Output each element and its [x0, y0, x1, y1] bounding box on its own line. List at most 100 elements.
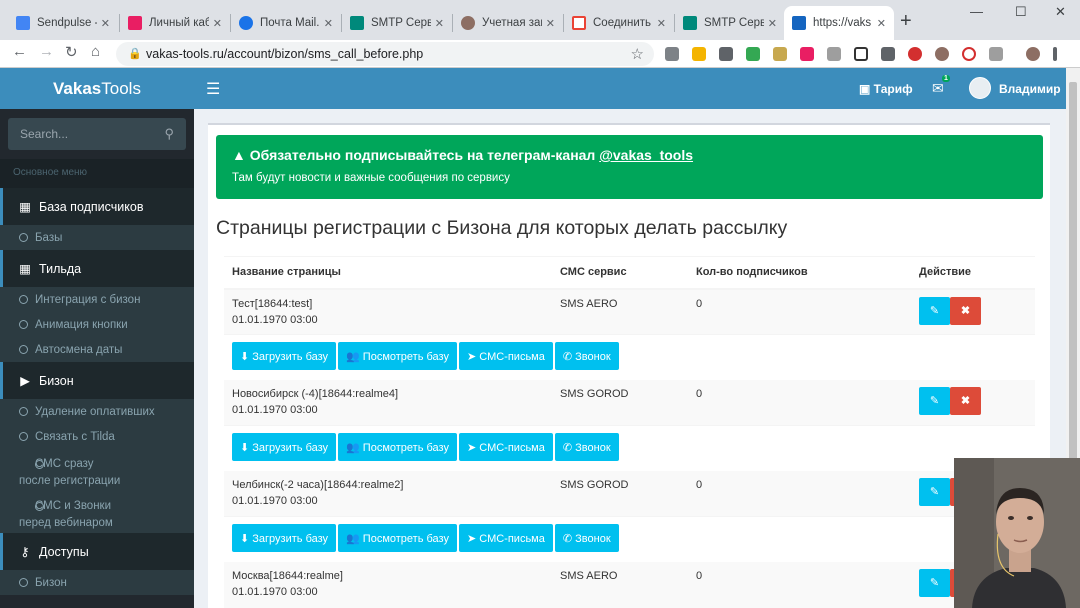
delete-button[interactable]: ✖ — [950, 296, 981, 325]
sms-service: SMS GOROD — [552, 379, 688, 426]
sidebar-subitem-button-animation[interactable]: Анимация кнопки — [0, 312, 194, 337]
edit-button[interactable]: ✎ — [919, 296, 950, 325]
load-base-button[interactable]: ⬇ Загрузить базу — [232, 433, 337, 461]
sidebar-subitem-bases[interactable]: Базы — [0, 225, 194, 250]
extension-icon[interactable] — [935, 47, 949, 61]
page-date: 01.01.1970 03:00 — [232, 313, 318, 326]
sidebar-item-tilda[interactable]: ▦ Тильда — [0, 250, 194, 287]
reload-icon[interactable]: ↻ — [65, 43, 78, 61]
browser-tab[interactable]: Личный каб ✕ — [120, 6, 230, 40]
address-bar[interactable]: 🔒 vakas-tools.ru/account/bizon/sms_call_… — [116, 42, 654, 66]
phone-icon: ✆ — [562, 351, 576, 363]
circle-icon — [19, 345, 28, 354]
page-date: 01.01.1970 03:00 — [232, 403, 318, 416]
cabinet-favicon-icon — [128, 16, 142, 30]
scrollbar-thumb[interactable] — [1069, 82, 1077, 502]
user-name[interactable]: Владимир — [999, 82, 1061, 96]
load-base-button[interactable]: ⬇ Загрузить базу — [232, 524, 337, 552]
browser-tab[interactable]: SMTP Серв ✕ — [342, 6, 452, 40]
browser-tab-active[interactable]: https://vaks ✕ — [784, 6, 894, 40]
sidebar-subitem-date-autochange[interactable]: Автосмена даты — [0, 337, 194, 362]
view-base-button[interactable]: 👥 Посмотреть базу — [338, 342, 457, 370]
screenshot-icon[interactable] — [719, 47, 733, 61]
extension-icon[interactable] — [800, 47, 814, 61]
close-icon[interactable]: ✕ — [435, 17, 444, 30]
edit-button[interactable]: ✎ — [919, 386, 950, 415]
sms-letters-button[interactable]: ➤ СМС-письма — [458, 433, 553, 461]
page-name: Москва[18644:realme] — [232, 569, 343, 582]
brand-logo[interactable]: VakasTools — [0, 68, 194, 109]
pencil-icon: ✎ — [929, 576, 940, 589]
close-icon[interactable]: ✕ — [324, 17, 333, 30]
extension-icon[interactable] — [773, 47, 787, 61]
user-avatar[interactable] — [969, 77, 991, 99]
view-base-button[interactable]: 👥 Посмотреть базу — [338, 524, 457, 552]
browser-toolbar: ← → ↻ ⌂ 🔒 vakas-tools.ru/account/bizon/s… — [0, 40, 1080, 68]
load-base-button[interactable]: ⬇ Загрузить базу — [232, 342, 337, 370]
sidebar-subitem-remove-paid[interactable]: Удаление оплативших — [0, 399, 194, 424]
close-icon[interactable]: ✕ — [546, 17, 555, 30]
browser-tab[interactable]: Sendpulse - ✕ — [8, 6, 118, 40]
call-button[interactable]: ✆ Звонок — [554, 524, 619, 552]
browser-tab[interactable]: SMTP Серв ✕ — [675, 6, 785, 40]
forward-icon[interactable]: → — [39, 43, 54, 60]
extension-icon[interactable] — [854, 47, 868, 61]
close-icon[interactable]: ✕ — [768, 17, 777, 30]
sidebar-item-bizon[interactable]: ▶ Бизон — [0, 362, 194, 399]
sms-letters-button[interactable]: ➤ СМС-письма — [458, 524, 553, 552]
extension-icon[interactable] — [746, 47, 760, 61]
circle-icon — [19, 295, 28, 304]
key-icon: ⚷ — [20, 545, 30, 559]
sidebar-search-input[interactable]: Search... ⚲ — [8, 118, 186, 150]
sidebar-subitem-sms-calls-before-webinar[interactable]: СМС и Звонки перед вебинаром — [0, 491, 194, 533]
sidebar-subitem-bizon-integration[interactable]: Интеграция с бизон — [0, 287, 194, 312]
call-button[interactable]: ✆ Звонок — [554, 433, 619, 461]
browser-tab[interactable]: Учетная зап ✕ — [453, 6, 563, 40]
edit-button[interactable]: ✎ — [919, 477, 950, 506]
sms-letters-button[interactable]: ➤ СМС-письма — [458, 342, 553, 370]
view-base-button[interactable]: 👥 Посмотреть базу — [338, 433, 457, 461]
close-icon[interactable]: ✕ — [213, 17, 222, 30]
extension-icon[interactable] — [908, 47, 922, 61]
close-icon[interactable]: ✕ — [101, 17, 110, 30]
profile-avatar[interactable] — [1026, 47, 1040, 61]
extension-icon[interactable] — [881, 47, 895, 61]
close-icon[interactable]: ✕ — [877, 17, 886, 30]
extension-icon[interactable] — [989, 47, 1003, 61]
home-icon[interactable]: ⌂ — [91, 43, 100, 60]
browser-tab[interactable]: Соединить ✕ — [564, 6, 674, 40]
camera-icon[interactable] — [665, 47, 679, 61]
bookmark-star-icon[interactable]: ☆ — [631, 45, 644, 63]
envelope-icon[interactable]: ✉ — [932, 80, 944, 97]
search-icon[interactable]: ⚲ — [164, 126, 174, 142]
table-row: Челбинск(-2 часа)[18644:realme2] 01.01.19… — [224, 470, 1035, 517]
minimize-icon[interactable]: — — [970, 4, 983, 19]
sidebar-subitem-link-tilda[interactable]: Связать с Tilda — [0, 424, 194, 449]
extension-icon[interactable] — [962, 47, 976, 61]
sidebar-subitem-access-bizon[interactable]: Бизон — [0, 570, 194, 595]
sidebar-item-subscribers[interactable]: ▦ База подписчиков — [0, 188, 194, 225]
edit-button[interactable]: ✎ — [919, 568, 950, 597]
smtp-favicon-icon — [683, 16, 697, 30]
table-row-actions: ⬇ Загрузить базу 👥 Посмотреть базу ➤ СМС-п… — [224, 334, 1035, 380]
back-icon[interactable]: ← — [12, 43, 27, 60]
sidebar-item-access[interactable]: ⚷ Доступы — [0, 533, 194, 570]
tariff-link[interactable]: ▣ Тариф — [859, 82, 913, 96]
hamburger-menu-icon[interactable]: ☰ — [206, 79, 220, 99]
telegram-link[interactable]: @vakas_tools — [599, 147, 693, 163]
maximize-icon[interactable]: ☐ — [1015, 4, 1027, 20]
delete-button[interactable]: ✖ — [950, 386, 981, 415]
extension-icon[interactable] — [692, 47, 706, 61]
sidebar-subitem-sms-after-registration[interactable]: СМС сразу после регистрации — [0, 449, 194, 491]
new-tab-icon[interactable]: + — [900, 10, 912, 33]
menu-dots-icon[interactable] — [1053, 47, 1057, 61]
close-icon[interactable]: ✕ — [657, 17, 666, 30]
call-button[interactable]: ✆ Звонок — [554, 342, 619, 370]
code-icon[interactable] — [827, 47, 841, 61]
browser-tab[interactable]: Почта Mail. ✕ — [231, 6, 341, 40]
close-window-icon[interactable]: ✕ — [1055, 4, 1066, 20]
download-icon: ⬇ — [240, 351, 253, 363]
column-header: Кол-во подписчиков — [688, 256, 911, 290]
sms-service: SMS AERO — [552, 288, 688, 335]
sendpulse-favicon-icon — [16, 16, 30, 30]
